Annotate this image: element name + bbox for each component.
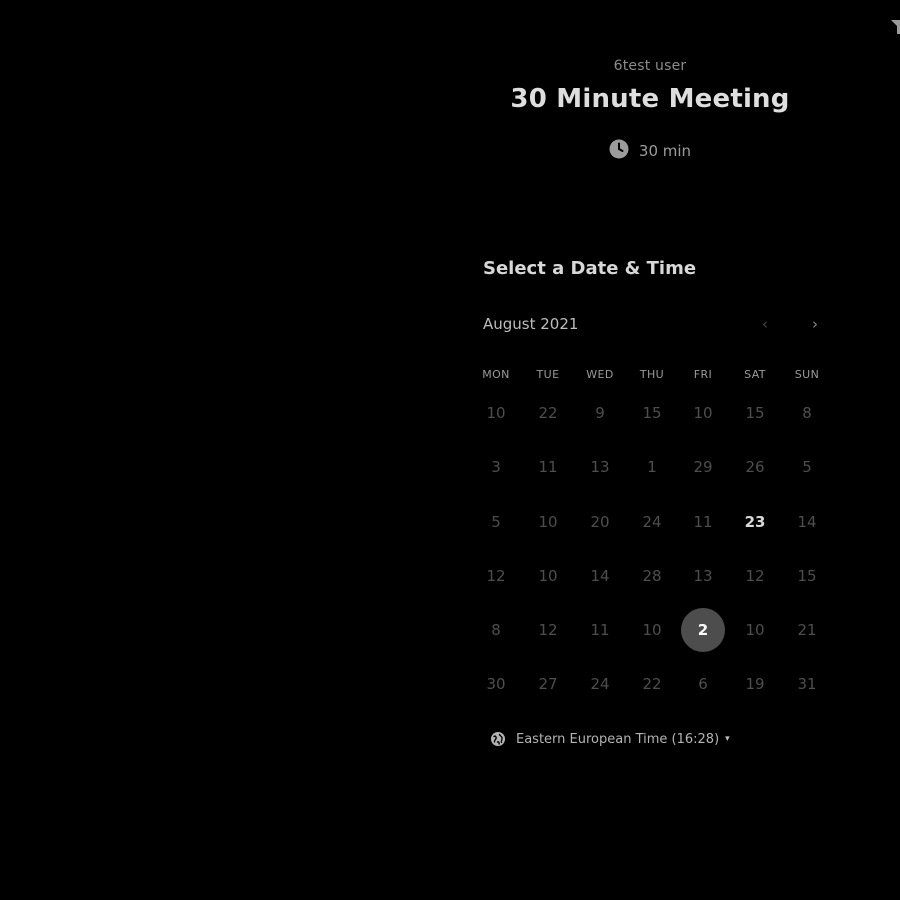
calendar-day: 10 <box>538 513 558 531</box>
calendar-day: 12 <box>538 621 558 639</box>
calendar-day: 13 <box>693 567 713 585</box>
organizer-name: 6test user <box>613 58 687 74</box>
calendar-day: 10 <box>745 621 765 639</box>
calendar-day: 8 <box>491 621 501 639</box>
prev-month-button[interactable]: ‹ <box>755 314 775 334</box>
duration-label: 30 min <box>638 142 692 160</box>
calendar-day: 11 <box>590 621 610 639</box>
calendar-day: 28 <box>642 567 662 585</box>
calendar-day: 8 <box>802 404 812 422</box>
calendar-day: 6 <box>698 675 708 693</box>
calendar-day: 15 <box>745 404 765 422</box>
calendar-day: 10 <box>486 404 506 422</box>
timezone-selector[interactable]: Eastern European Time (16:28) ▾ <box>490 731 730 747</box>
caret-down-icon: ▾ <box>725 734 730 744</box>
calendar-day: 10 <box>693 404 713 422</box>
calendar-day: 10 <box>642 621 662 639</box>
calendar-day: 21 <box>797 621 817 639</box>
weekday-sun: SUN <box>794 368 820 381</box>
calendar-day: 24 <box>642 513 662 531</box>
weekday-mon: MON <box>482 368 510 381</box>
calendar-day: 1 <box>647 458 657 476</box>
calendar-day: 31 <box>797 675 817 693</box>
calendar-day: 14 <box>797 513 817 531</box>
globe-icon <box>491 732 505 746</box>
calendar-day: 3 <box>491 458 501 476</box>
calendar-day: 11 <box>538 458 558 476</box>
calendar-day: 5 <box>802 458 812 476</box>
weekday-wed: WED <box>586 368 614 381</box>
calendar-day: 22 <box>538 404 558 422</box>
calendar-day: 30 <box>486 675 506 693</box>
calendar-day: 5 <box>491 513 501 531</box>
month-label: August 2021 <box>483 315 579 333</box>
calendar-day: 15 <box>642 404 662 422</box>
event-title: 30 Minute Meeting <box>510 84 790 114</box>
calendar-day: 29 <box>693 458 713 476</box>
section-title: Select a Date & Time <box>483 258 697 279</box>
corner-badge-icon <box>891 20 900 34</box>
calendar-day: 13 <box>590 458 610 476</box>
calendar-day: 24 <box>590 675 610 693</box>
calendar-day-selected[interactable]: 2 <box>681 608 725 652</box>
calendar-day: 10 <box>538 567 558 585</box>
event-duration: 30 min <box>460 139 840 160</box>
clock-icon <box>609 139 629 159</box>
calendar-day: 11 <box>693 513 713 531</box>
calendar-day-available[interactable]: 23 <box>733 500 777 544</box>
calendar-day: 19 <box>745 675 765 693</box>
calendar-day: 12 <box>745 567 765 585</box>
calendar-day: 14 <box>590 567 610 585</box>
scheduling-page: 6test user 30 Minute Meeting 30 min Sele… <box>0 0 900 900</box>
weekday-thu: THU <box>639 368 665 381</box>
weekday-tue: TUE <box>536 368 560 381</box>
calendar-day: 20 <box>590 513 610 531</box>
calendar-day: 12 <box>486 567 506 585</box>
next-month-button[interactable]: › <box>805 314 825 334</box>
calendar-day: 26 <box>745 458 765 476</box>
weekday-fri: FRI <box>693 368 713 381</box>
calendar-day: 22 <box>642 675 662 693</box>
weekday-sat: SAT <box>744 368 766 381</box>
timezone-label: Eastern European Time (16:28) <box>516 731 720 747</box>
calendar-day: 9 <box>595 404 605 422</box>
calendar-day: 27 <box>538 675 558 693</box>
calendar-day: 15 <box>797 567 817 585</box>
